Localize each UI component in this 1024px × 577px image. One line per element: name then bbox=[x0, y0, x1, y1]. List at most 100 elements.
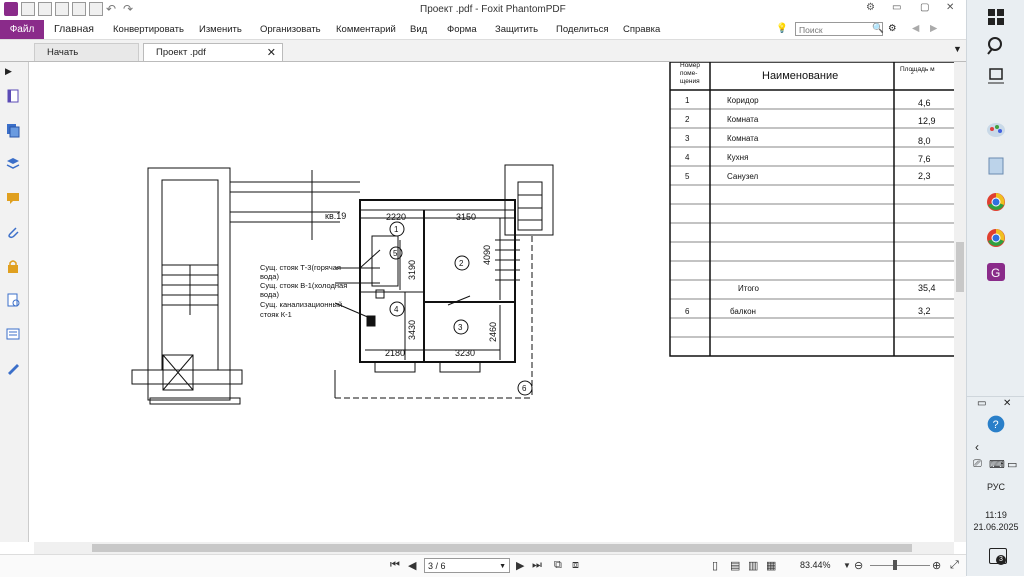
menu-view[interactable]: Вид bbox=[410, 24, 427, 35]
notes-app-icon[interactable] bbox=[984, 154, 1008, 178]
layers-icon[interactable] bbox=[5, 122, 21, 138]
clock-time[interactable]: 11:19 bbox=[967, 510, 1024, 520]
menu-comment[interactable]: Комментарий bbox=[336, 24, 396, 35]
min-tray-icon[interactable]: ▭ bbox=[977, 398, 986, 409]
zoom-level[interactable]: 83.44% bbox=[800, 560, 831, 570]
continuous-facing-icon[interactable]: ▦ bbox=[766, 559, 776, 572]
apartment-label: кв.19 bbox=[325, 211, 346, 221]
minimize-button[interactable]: ▭ bbox=[892, 2, 901, 13]
redo-icon[interactable]: ↷ bbox=[123, 2, 137, 16]
horizontal-scrollbar[interactable] bbox=[34, 542, 954, 554]
horizontal-scroll-thumb[interactable] bbox=[92, 544, 912, 552]
vertical-scroll-thumb[interactable] bbox=[956, 242, 964, 292]
zoom-in-icon[interactable]: ⊕ bbox=[932, 559, 941, 572]
lock-icon[interactable] bbox=[5, 258, 21, 274]
row-4-num: 4 bbox=[685, 153, 690, 162]
language-indicator[interactable]: РУС bbox=[967, 482, 1024, 492]
tab-document[interactable]: Проект .pdf ✕ bbox=[143, 43, 283, 61]
notification-center-icon[interactable]: 3 bbox=[989, 548, 1007, 565]
clock-date[interactable]: 21.06.2025 bbox=[967, 522, 1024, 532]
menu-protect[interactable]: Защитить bbox=[495, 24, 538, 35]
floor-plan-drawing: кв.19 2220 3150 2180 3230 3190 4090 3430… bbox=[131, 62, 954, 405]
settings-gear-icon[interactable]: ⚙ bbox=[888, 23, 897, 34]
menu-help[interactable]: Справка bbox=[623, 24, 660, 35]
open-icon[interactable] bbox=[21, 2, 35, 16]
menu-organize[interactable]: Организовать bbox=[260, 24, 321, 35]
svg-text:G: G bbox=[991, 266, 1000, 280]
stack-icon[interactable] bbox=[5, 156, 21, 172]
foxit-taskbar-icon[interactable]: G bbox=[984, 260, 1008, 284]
save-icon[interactable] bbox=[38, 2, 52, 16]
row-4-name: Кухня bbox=[727, 153, 748, 162]
comments-icon[interactable] bbox=[5, 190, 21, 206]
tell-me-icon[interactable]: 💡 bbox=[776, 23, 788, 34]
zoom-out-icon[interactable]: ⊖ bbox=[854, 559, 863, 572]
chrome-icon[interactable] bbox=[984, 226, 1008, 250]
attachment-icon[interactable] bbox=[5, 224, 21, 240]
chrome-alt-icon[interactable] bbox=[984, 190, 1008, 214]
menu-share[interactable]: Поделиться bbox=[556, 24, 608, 35]
note-line-5: Сущ. канализационный bbox=[260, 300, 342, 309]
keyboard-icon[interactable]: ⌨ bbox=[989, 458, 1005, 471]
close-window-button[interactable]: ✕ bbox=[946, 2, 954, 13]
menu-form[interactable]: Форма bbox=[447, 24, 477, 35]
search-icon[interactable]: 🔍 bbox=[872, 23, 884, 34]
facing-page-icon[interactable]: ▥ bbox=[748, 559, 758, 572]
help-icon[interactable]: ? bbox=[986, 414, 1006, 434]
hand-tool-icon[interactable] bbox=[89, 2, 103, 16]
view-mode-icon[interactable]: ⧉ bbox=[554, 559, 562, 572]
tray-status-icon[interactable]: ⎚ bbox=[973, 458, 982, 471]
title-bar: ↶ ↷ Проект .pdf - Foxit PhantomPDF ⚙ ▭ ▢… bbox=[0, 0, 966, 20]
continuous-page-icon[interactable]: ▤ bbox=[730, 559, 740, 572]
menu-convert[interactable]: Конвертировать bbox=[113, 24, 184, 35]
svg-text:?: ? bbox=[993, 419, 999, 431]
document-search-icon[interactable] bbox=[5, 292, 21, 308]
file-menu[interactable]: Файл bbox=[0, 20, 44, 39]
windows-start-icon[interactable] bbox=[984, 5, 1008, 29]
close-tray-icon[interactable]: ✕ bbox=[1003, 398, 1011, 409]
view-mode-2-icon[interactable]: ⧈ bbox=[572, 559, 579, 572]
zoom-slider[interactable] bbox=[870, 565, 930, 566]
single-page-icon[interactable]: ▯ bbox=[712, 559, 718, 572]
next-page-icon[interactable]: ▶ bbox=[516, 559, 524, 572]
print-icon[interactable] bbox=[55, 2, 69, 16]
vertical-scrollbar[interactable] bbox=[954, 62, 966, 542]
undo-icon[interactable]: ↶ bbox=[106, 2, 120, 16]
form-fields-icon[interactable] bbox=[5, 326, 21, 342]
prev-page-icon[interactable]: ◀ bbox=[408, 559, 416, 572]
show-hidden-icons-icon[interactable]: ‹ bbox=[975, 440, 979, 454]
pages-icon[interactable] bbox=[5, 88, 21, 104]
last-page-icon[interactable]: ⏭ bbox=[532, 559, 542, 572]
dim-3150: 3150 bbox=[456, 212, 476, 222]
page-number-input[interactable]: 3 / 6 ▼ bbox=[424, 558, 510, 573]
paint-app-icon[interactable] bbox=[984, 118, 1008, 142]
task-view-icon[interactable] bbox=[984, 63, 1008, 87]
forward-icon[interactable]: ▶ bbox=[930, 23, 937, 34]
dim-2460: 2460 bbox=[488, 322, 498, 342]
menu-edit[interactable]: Изменить bbox=[199, 24, 242, 35]
new-icon[interactable] bbox=[72, 2, 86, 16]
settings-icon[interactable]: ⚙ bbox=[866, 2, 875, 13]
fullscreen-icon[interactable]: ⤢ bbox=[950, 559, 959, 572]
page-dropdown-icon[interactable]: ▼ bbox=[499, 559, 506, 574]
tab-start[interactable]: Начать bbox=[34, 43, 139, 61]
back-icon[interactable]: ◀ bbox=[912, 23, 919, 34]
note-line-2: вода) bbox=[260, 272, 279, 281]
close-tab-icon[interactable]: ✕ bbox=[267, 44, 276, 62]
dim-3190: 3190 bbox=[407, 260, 417, 280]
expand-panel-icon[interactable]: ▶ bbox=[5, 66, 21, 82]
document-tabs-bar: Начать Проект .pdf ✕ ▼ bbox=[0, 40, 966, 62]
zoom-slider-thumb[interactable] bbox=[893, 560, 897, 570]
row-5-area: 2,3 bbox=[918, 171, 931, 181]
battery-icon[interactable]: ▭ bbox=[1007, 458, 1017, 471]
maximize-button[interactable]: ▢ bbox=[920, 2, 929, 13]
header-num-1: Номер bbox=[680, 62, 700, 69]
signature-icon[interactable] bbox=[5, 360, 21, 376]
tabs-dropdown-icon[interactable]: ▼ bbox=[953, 44, 962, 54]
zoom-dropdown-icon[interactable]: ▼ bbox=[843, 561, 851, 570]
menu-home[interactable]: Главная bbox=[54, 23, 94, 35]
search-icon[interactable] bbox=[984, 34, 1008, 58]
search-input[interactable]: Поиск bbox=[795, 22, 883, 36]
document-view[interactable]: кв.19 2220 3150 2180 3230 3190 4090 3430… bbox=[34, 62, 954, 542]
first-page-icon[interactable]: ⏮ bbox=[390, 559, 400, 572]
